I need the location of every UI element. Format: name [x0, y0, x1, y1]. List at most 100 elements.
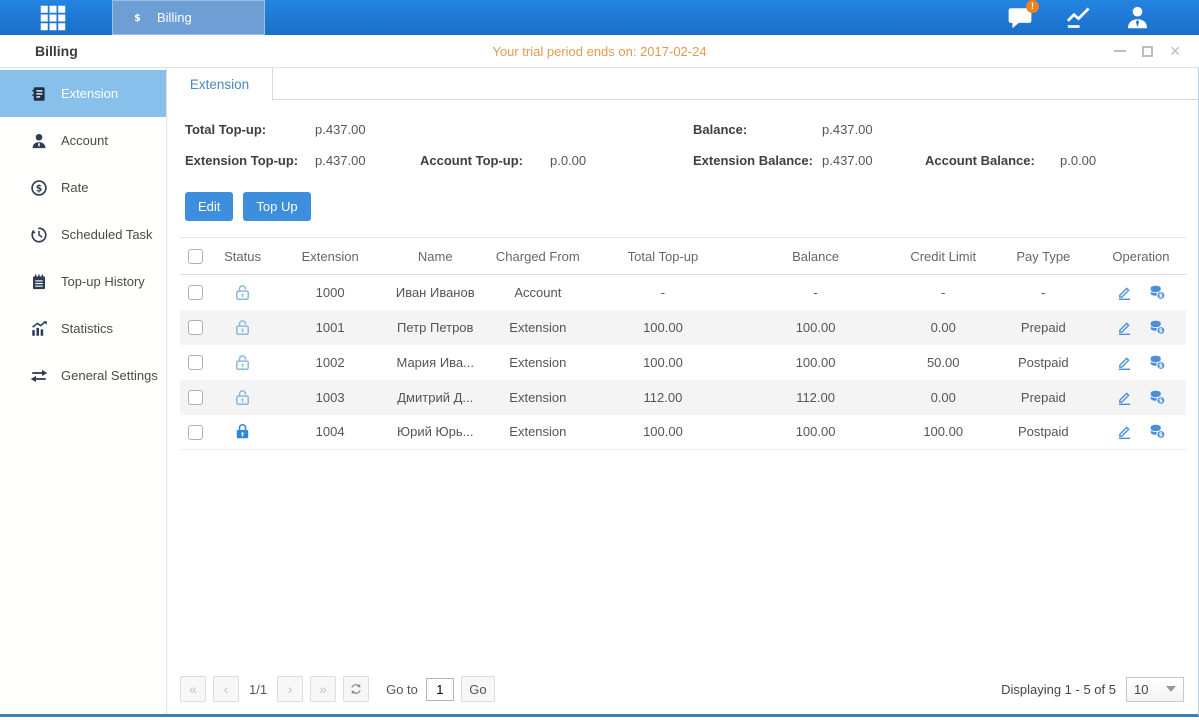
sidebar-item-general-settings[interactable]: General Settings [0, 352, 166, 399]
cell-extension: 1002 [275, 345, 385, 380]
row-checkbox[interactable] [188, 320, 203, 335]
cell-balance: - [736, 275, 896, 310]
cell-charged-from: Extension [485, 415, 590, 450]
sidebar-item-rate[interactable]: Rate [0, 164, 166, 211]
account-topup-value: p.0.00 [550, 153, 586, 168]
cell-name: Мария Ива... [385, 345, 485, 380]
col-operation: Operation [1096, 238, 1186, 275]
minimize-button[interactable] [1114, 50, 1126, 52]
monitor-button[interactable] [1065, 4, 1092, 31]
notifications-button[interactable]: ! [1006, 4, 1033, 31]
app-grid-icon [39, 4, 67, 32]
main-content: Extension Total Top-up: p.437.00 Balance… [167, 68, 1198, 714]
table-row: 1003 Дмитрий Д... Extension 112.00 112.0… [180, 380, 1186, 415]
topup-row-icon[interactable] [1149, 423, 1166, 440]
app-launcher-button[interactable] [38, 3, 68, 33]
refresh-icon [349, 682, 363, 696]
cell-credit-limit: 0.00 [896, 310, 991, 345]
topup-row-icon[interactable] [1149, 319, 1166, 336]
summary-section: Total Top-up: p.437.00 Balance: p.437.00… [167, 120, 1198, 180]
window-title: Billing [35, 43, 78, 59]
cell-credit-limit: - [896, 275, 991, 310]
edit-row-icon[interactable] [1116, 354, 1133, 371]
person-icon [30, 132, 48, 150]
taskbar: Billing ! [0, 0, 1199, 35]
go-button[interactable]: Go [461, 676, 495, 702]
last-page-button[interactable]: » [310, 676, 336, 702]
account-balance-label: Account Balance: [925, 153, 1035, 168]
window-title-group: Billing [0, 42, 78, 60]
cell-pay-type: Prepaid [991, 310, 1096, 345]
sidebar-item-account[interactable]: Account [0, 117, 166, 164]
sidebar-item-label: Account [61, 133, 108, 148]
pagination-right: Displaying 1 - 5 of 5 10 [1001, 677, 1184, 702]
cell-balance: 100.00 [736, 345, 896, 380]
account-balance-value: p.0.00 [1060, 153, 1096, 168]
row-checkbox[interactable] [188, 355, 203, 370]
table-row: 1002 Мария Ива... Extension 100.00 100.0… [180, 345, 1186, 380]
total-topup-value: p.437.00 [315, 122, 366, 137]
topup-row-icon[interactable] [1149, 389, 1166, 406]
cell-pay-type: Postpaid [991, 345, 1096, 380]
prev-page-button[interactable]: ‹ [213, 676, 239, 702]
select-all-checkbox[interactable] [188, 249, 203, 264]
cell-name: Иван Иванов [385, 275, 485, 310]
extension-balance-value: p.437.00 [822, 153, 873, 168]
cell-charged-from: Extension [485, 345, 590, 380]
edit-row-icon[interactable] [1116, 423, 1133, 440]
goto-page-input[interactable] [426, 678, 454, 701]
edit-row-icon[interactable] [1116, 284, 1133, 301]
line-chart-icon [1065, 4, 1092, 31]
user-icon [1124, 4, 1151, 31]
notification-badge: ! [1026, 0, 1039, 13]
cell-charged-from: Extension [485, 380, 590, 415]
sidebar-item-topup-history[interactable]: Top-up History [0, 258, 166, 305]
extension-topup-label: Extension Top-up: [185, 153, 298, 168]
top-up-button[interactable]: Top Up [243, 192, 310, 221]
page-size-value: 10 [1134, 682, 1148, 697]
topup-row-icon[interactable] [1149, 354, 1166, 371]
sidebar-item-extension[interactable]: Extension [0, 70, 166, 117]
page-size-select[interactable]: 10 [1126, 677, 1184, 702]
edit-row-icon[interactable] [1116, 389, 1133, 406]
cell-extension: 1000 [275, 275, 385, 310]
cell-pay-type: - [991, 275, 1096, 310]
window-controls: ✕ [1114, 44, 1199, 58]
ledger-icon [30, 85, 48, 103]
account-topup-label: Account Top-up: [420, 153, 523, 168]
cell-total-topup: - [590, 275, 735, 310]
window-body: Extension Account Rate Scheduled Task To… [0, 68, 1199, 717]
edit-row-icon[interactable] [1116, 319, 1133, 336]
tab-extension[interactable]: Extension [167, 68, 273, 101]
cell-balance: 100.00 [736, 310, 896, 345]
close-button[interactable]: ✕ [1169, 44, 1181, 58]
taskbar-tab-billing[interactable]: Billing [112, 0, 265, 35]
row-checkbox[interactable] [188, 390, 203, 405]
dollar-circle-icon [30, 179, 48, 197]
edit-button[interactable]: Edit [185, 192, 233, 221]
next-page-button[interactable]: › [277, 676, 303, 702]
user-menu-button[interactable] [1124, 4, 1151, 31]
sidebar-item-label: General Settings [61, 368, 158, 383]
total-topup-label: Total Top-up: [185, 122, 266, 137]
col-charged-from: Charged From [485, 238, 590, 275]
pagination-bar: « ‹ 1/1 › » Go to Go Displaying 1 - 5 of… [167, 668, 1198, 714]
cell-extension: 1003 [275, 380, 385, 415]
cell-extension: 1004 [275, 415, 385, 450]
sidebar-item-scheduled-task[interactable]: Scheduled Task [0, 211, 166, 258]
table-row: 1000 Иван Иванов Account - - - - [180, 275, 1186, 310]
col-extension: Extension [275, 238, 385, 275]
cell-pay-type: Postpaid [991, 415, 1096, 450]
sidebar-item-statistics[interactable]: Statistics [0, 305, 166, 352]
topup-row-icon[interactable] [1149, 284, 1166, 301]
first-page-button[interactable]: « [180, 676, 206, 702]
row-checkbox[interactable] [188, 425, 203, 440]
refresh-button[interactable] [343, 676, 369, 702]
row-checkbox[interactable] [188, 285, 203, 300]
notepad-icon [30, 273, 48, 291]
maximize-button[interactable] [1142, 46, 1153, 57]
tab-strip: Extension [167, 68, 1198, 100]
cell-total-topup: 100.00 [590, 345, 735, 380]
cell-credit-limit: 0.00 [896, 380, 991, 415]
billing-diamond-icon [127, 7, 148, 28]
